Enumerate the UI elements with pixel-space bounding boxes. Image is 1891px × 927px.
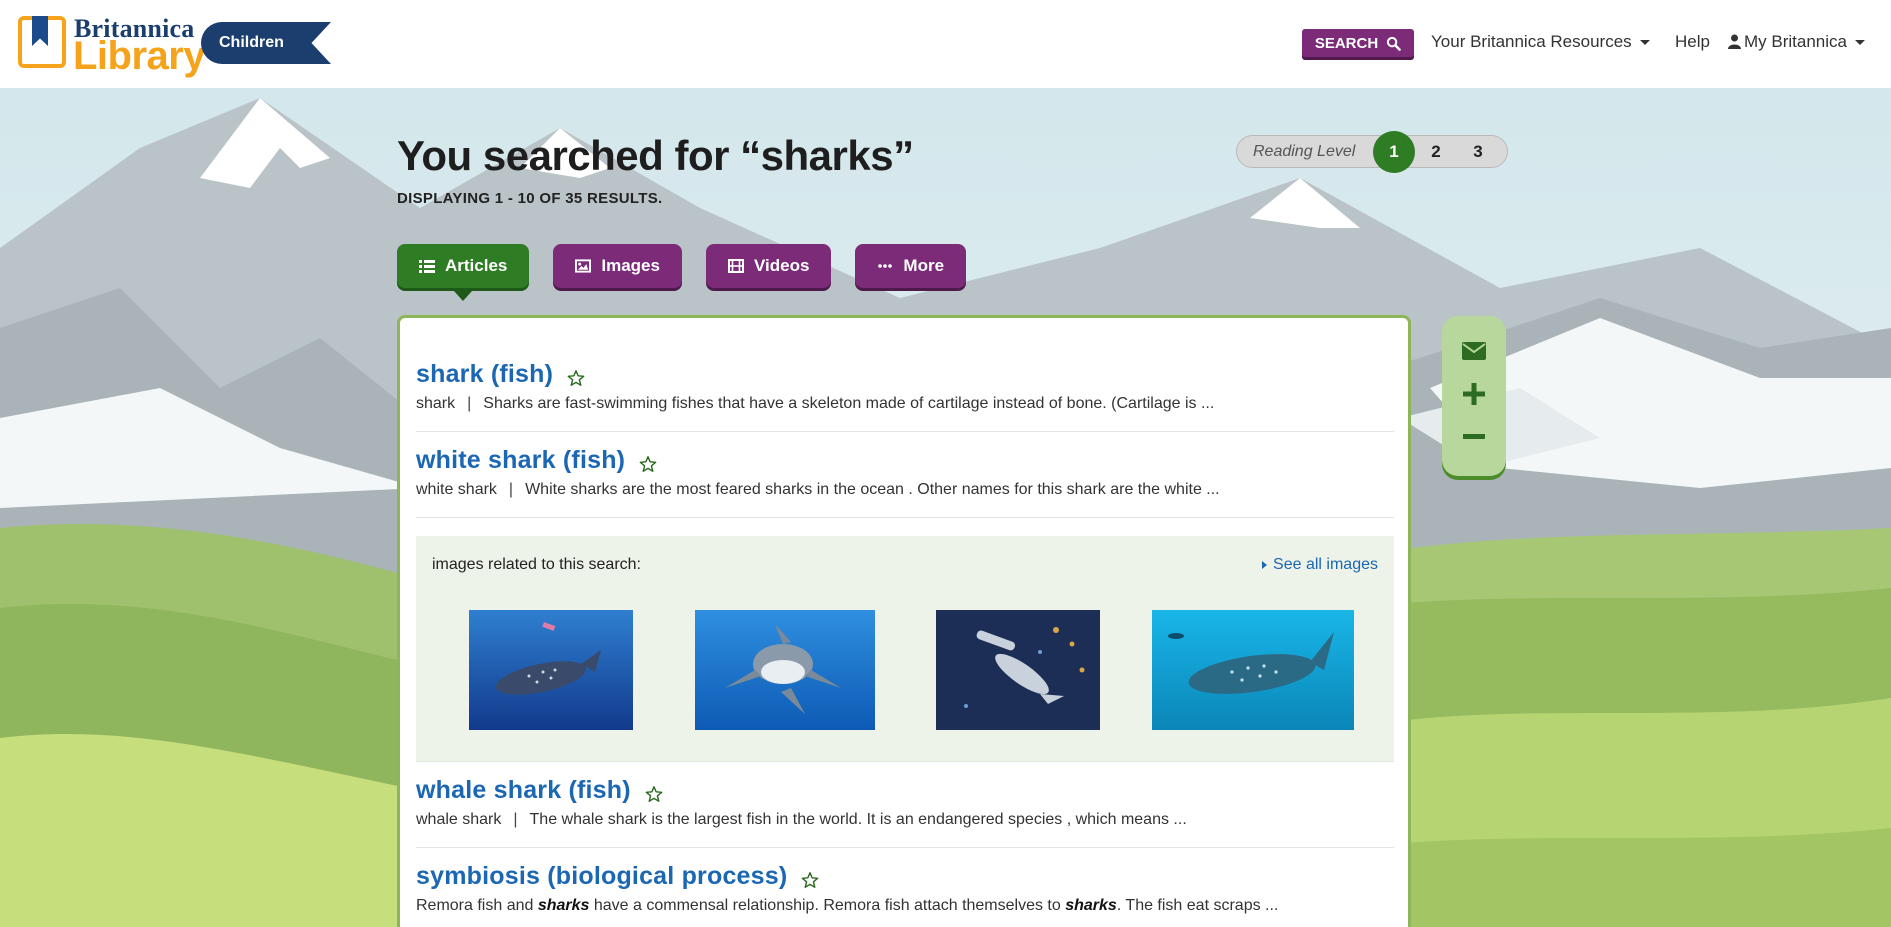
result-description: Sharks are fast-swimming fishes that hav… — [483, 395, 1215, 412]
see-all-images-label: See all images — [1273, 556, 1378, 573]
result-title-link[interactable]: white shark (fish) — [416, 446, 625, 475]
snippet-text: . The fish eat scraps ... — [1116, 897, 1279, 914]
page-tools — [1442, 316, 1506, 476]
search-button[interactable]: SEARCH — [1302, 29, 1414, 57]
result-description: The whale shark is the largest fish in t… — [529, 811, 1187, 828]
tab-videos[interactable]: Videos — [705, 244, 832, 288]
zoom-out-icon — [1463, 434, 1485, 439]
related-images-block: images related to this search: See all i… — [416, 536, 1394, 762]
zoom-out-button[interactable] — [1454, 420, 1494, 454]
related-images-label: images related to this search: — [432, 556, 641, 573]
tab-images-label: Images — [601, 256, 660, 275]
result-snippet: white shark | White sharks are the most fe… — [416, 481, 1220, 498]
tab-articles-label: Articles — [445, 256, 508, 275]
snippet-text: have a commensal relationship. Remora fi… — [589, 897, 1066, 914]
result-item: white shark (fish) white shark | White sha… — [416, 446, 1394, 518]
reading-level-selector: Reading Level 1 2 3 — [1236, 130, 1508, 173]
reading-level-1[interactable]: 1 — [1373, 130, 1415, 173]
account-menu-label: My Britannica — [1744, 32, 1847, 51]
zoom-in-button[interactable] — [1454, 377, 1494, 411]
star-icon[interactable] — [567, 369, 585, 387]
search-icon — [1387, 36, 1401, 51]
email-button[interactable] — [1454, 334, 1494, 368]
reading-level-3[interactable]: 3 — [1457, 131, 1499, 173]
list-icon — [419, 259, 435, 273]
caret-right-icon — [1262, 560, 1268, 569]
result-title-link[interactable]: symbiosis (biological process) — [416, 862, 787, 891]
snippet-highlight: sharks — [1065, 897, 1117, 914]
result-snippet: shark | Sharks are fast-swimming fishes th… — [416, 395, 1215, 412]
tab-more-label: More — [903, 256, 945, 275]
result-title-link[interactable]: whale shark (fish) — [416, 776, 631, 805]
result-description: White sharks are the most feared sharks … — [525, 481, 1220, 498]
page-title: You searched for “sharks” — [397, 132, 914, 179]
snippet-highlight: sharks — [537, 897, 590, 914]
account-menu[interactable]: My Britannica — [1728, 32, 1865, 52]
result-snippet: Remora fish and sharks have a commensal … — [416, 897, 1394, 915]
tab-more[interactable]: More — [855, 244, 967, 288]
search-button-label: SEARCH — [1314, 34, 1379, 52]
reading-level-2[interactable]: 2 — [1415, 131, 1457, 173]
edition-badge: Children — [201, 22, 331, 64]
tab-images[interactable]: Images — [553, 244, 682, 288]
resources-menu[interactable]: Your Britannica Resources — [1431, 32, 1650, 52]
result-term: shark — [416, 395, 456, 412]
result-term: white shark — [416, 481, 497, 498]
result-type-tabs: Articles Images Videos More — [397, 244, 967, 301]
result-item: shark (fish) shark | Sharks are fast-swimm… — [416, 360, 1394, 432]
results-count: DISPLAYING 1 - 10 OF 35 RESULTS. — [397, 190, 663, 207]
see-all-images-link[interactable]: See all images — [1262, 556, 1378, 574]
result-term: whale shark — [416, 811, 502, 828]
image-thumbnail-hammerhead-shark[interactable] — [936, 610, 1100, 730]
zoom-in-icon — [1463, 383, 1485, 405]
film-icon — [727, 259, 744, 273]
result-title-link[interactable]: shark (fish) — [416, 360, 553, 389]
result-item: symbiosis (biological process) Remora fi… — [416, 862, 1394, 927]
image-thumbnail-whale-shark-swimmer[interactable] — [1152, 610, 1354, 730]
ellipsis-icon — [878, 264, 893, 268]
help-link[interactable]: Help — [1675, 32, 1710, 52]
user-icon — [1728, 34, 1741, 49]
email-icon — [1462, 342, 1486, 360]
image-thumbnail-white-shark[interactable] — [695, 610, 875, 730]
star-icon[interactable] — [639, 455, 657, 473]
star-icon[interactable] — [801, 871, 819, 889]
tab-videos-label: Videos — [753, 256, 810, 275]
logo-library-text: Library — [73, 34, 206, 78]
star-icon[interactable] — [645, 785, 663, 803]
britannica-library-logo[interactable]: Britannica Library Children — [18, 14, 331, 78]
image-thumbnail-whale-shark-diver[interactable] — [469, 610, 633, 730]
site-header: Britannica Library Children SEARCH Your … — [0, 0, 1891, 88]
results-panel: shark (fish) shark | Sharks are fast-swimm… — [397, 315, 1411, 927]
book-icon — [18, 16, 66, 68]
resources-menu-label: Your Britannica Resources — [1431, 32, 1632, 51]
chevron-down-icon — [1639, 40, 1650, 46]
result-snippet: whale shark | The whale shark is the large… — [416, 811, 1187, 828]
chevron-down-icon — [1854, 40, 1865, 46]
reading-level-label: Reading Level — [1253, 142, 1356, 160]
tab-articles[interactable]: Articles — [397, 244, 530, 301]
image-icon — [575, 259, 592, 273]
result-item: whale shark (fish) whale shark | The whale… — [416, 776, 1394, 848]
snippet-text: Remora fish and — [416, 897, 538, 914]
